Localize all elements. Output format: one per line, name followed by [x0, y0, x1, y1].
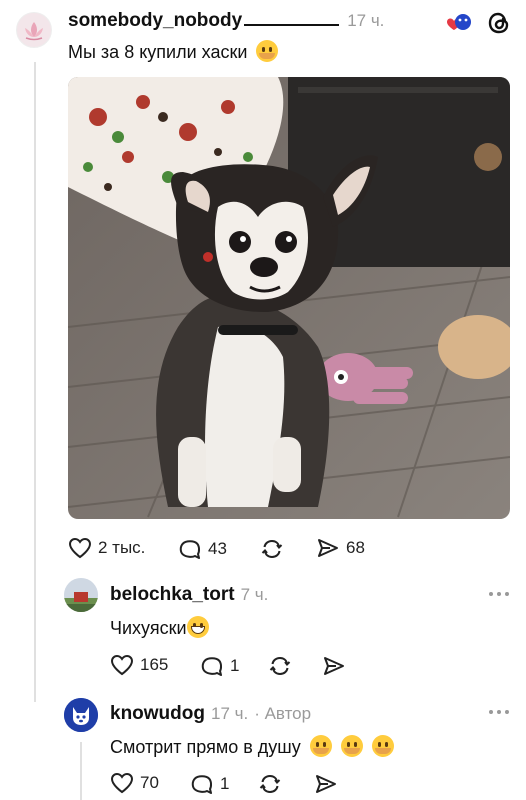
reply2-username[interactable]: knowudog: [110, 703, 205, 725]
post-username[interactable]: somebody_nobody: [68, 10, 242, 32]
post-comment-count: 43: [208, 539, 227, 558]
hugging-emoji-icon: [371, 735, 394, 757]
heart-icon: [110, 772, 134, 794]
repost-icon: [269, 656, 291, 676]
reply2-avatar[interactable]: [64, 698, 98, 732]
hugging-emoji-icon: [340, 735, 363, 757]
reply2-share-button[interactable]: [314, 773, 338, 795]
reply2-repost-button[interactable]: [258, 772, 282, 796]
dog-avatar-icon: [64, 698, 98, 732]
reply1-header: belochka_tort 7 ч.: [110, 584, 268, 606]
comment-icon: [179, 540, 201, 559]
send-icon: [316, 775, 336, 793]
reply2-more-button[interactable]: [488, 700, 510, 721]
reply1-time: 7 ч.: [240, 585, 269, 604]
hugging-emoji-icon: [309, 735, 332, 757]
author-tag: · Автор: [254, 704, 312, 723]
post-header: somebody_nobody 17 ч.: [68, 10, 384, 32]
husky-dog-image: [68, 77, 510, 519]
zany-face-emoji-icon: [256, 40, 279, 62]
heart-icon: [68, 537, 92, 559]
reply1-avatar[interactable]: [64, 578, 98, 612]
reply1-repost-button[interactable]: [268, 654, 292, 678]
repost-icon: [259, 774, 281, 794]
reply1-share-button[interactable]: [322, 655, 346, 677]
post-like-count: 2 тыс.: [98, 538, 146, 557]
username-underline: [244, 24, 340, 26]
post-thread-line: [34, 62, 36, 702]
more-icon: [489, 710, 509, 714]
post-share-button[interactable]: 68: [316, 537, 365, 559]
send-icon: [324, 657, 344, 675]
reply1-more-button[interactable]: [488, 582, 510, 603]
reply2-time: 17 ч.: [210, 704, 249, 723]
reply1-username[interactable]: belochka_tort: [110, 584, 235, 606]
send-icon: [318, 539, 338, 557]
post-avatar[interactable]: [16, 12, 52, 48]
reply2-like-count: 70: [140, 773, 159, 792]
reply2-text-content: Смотрит прямо в душу: [110, 737, 301, 757]
comment-icon: [201, 657, 223, 676]
post-comment-button[interactable]: 43: [178, 537, 227, 561]
post-share-count: 68: [346, 538, 365, 557]
reply2-like-button[interactable]: 70: [110, 772, 159, 794]
reply2-header: knowudog 17 ч. · Автор: [110, 703, 311, 725]
post-like-button[interactable]: 2 тыс.: [68, 537, 145, 559]
threads-logo-icon[interactable]: [486, 10, 512, 36]
lotus-icon: [25, 22, 43, 41]
grinning-emoji-icon: [186, 616, 209, 638]
post-text: Мы за 8 купили хаски: [68, 40, 279, 63]
post-photo[interactable]: [68, 77, 510, 519]
post-time: 17 ч.: [347, 11, 385, 30]
post-repost-button[interactable]: [260, 537, 284, 561]
reply1-text: Чихуяски: [110, 616, 209, 639]
reply2-text: Смотрит прямо в душу: [110, 735, 394, 758]
reply1-text-content: Чихуяски: [110, 618, 187, 638]
reply1-comment-button[interactable]: 1: [200, 654, 239, 678]
reply2-comment-button[interactable]: 1: [190, 772, 229, 796]
badge-emoji-icon: [444, 12, 474, 34]
heart-icon: [110, 654, 134, 676]
landscape-avatar-icon: [64, 578, 98, 612]
reply2-thread-line: [80, 742, 82, 800]
reply2-comment-count: 1: [220, 774, 230, 793]
reply1-like-count: 165: [140, 655, 169, 674]
reply1-like-button[interactable]: 165: [110, 654, 168, 676]
post-text-content: Мы за 8 купили хаски: [68, 42, 248, 62]
repost-icon: [261, 539, 283, 559]
more-icon: [489, 592, 509, 596]
comment-icon: [191, 775, 213, 794]
reply1-comment-count: 1: [230, 656, 240, 675]
